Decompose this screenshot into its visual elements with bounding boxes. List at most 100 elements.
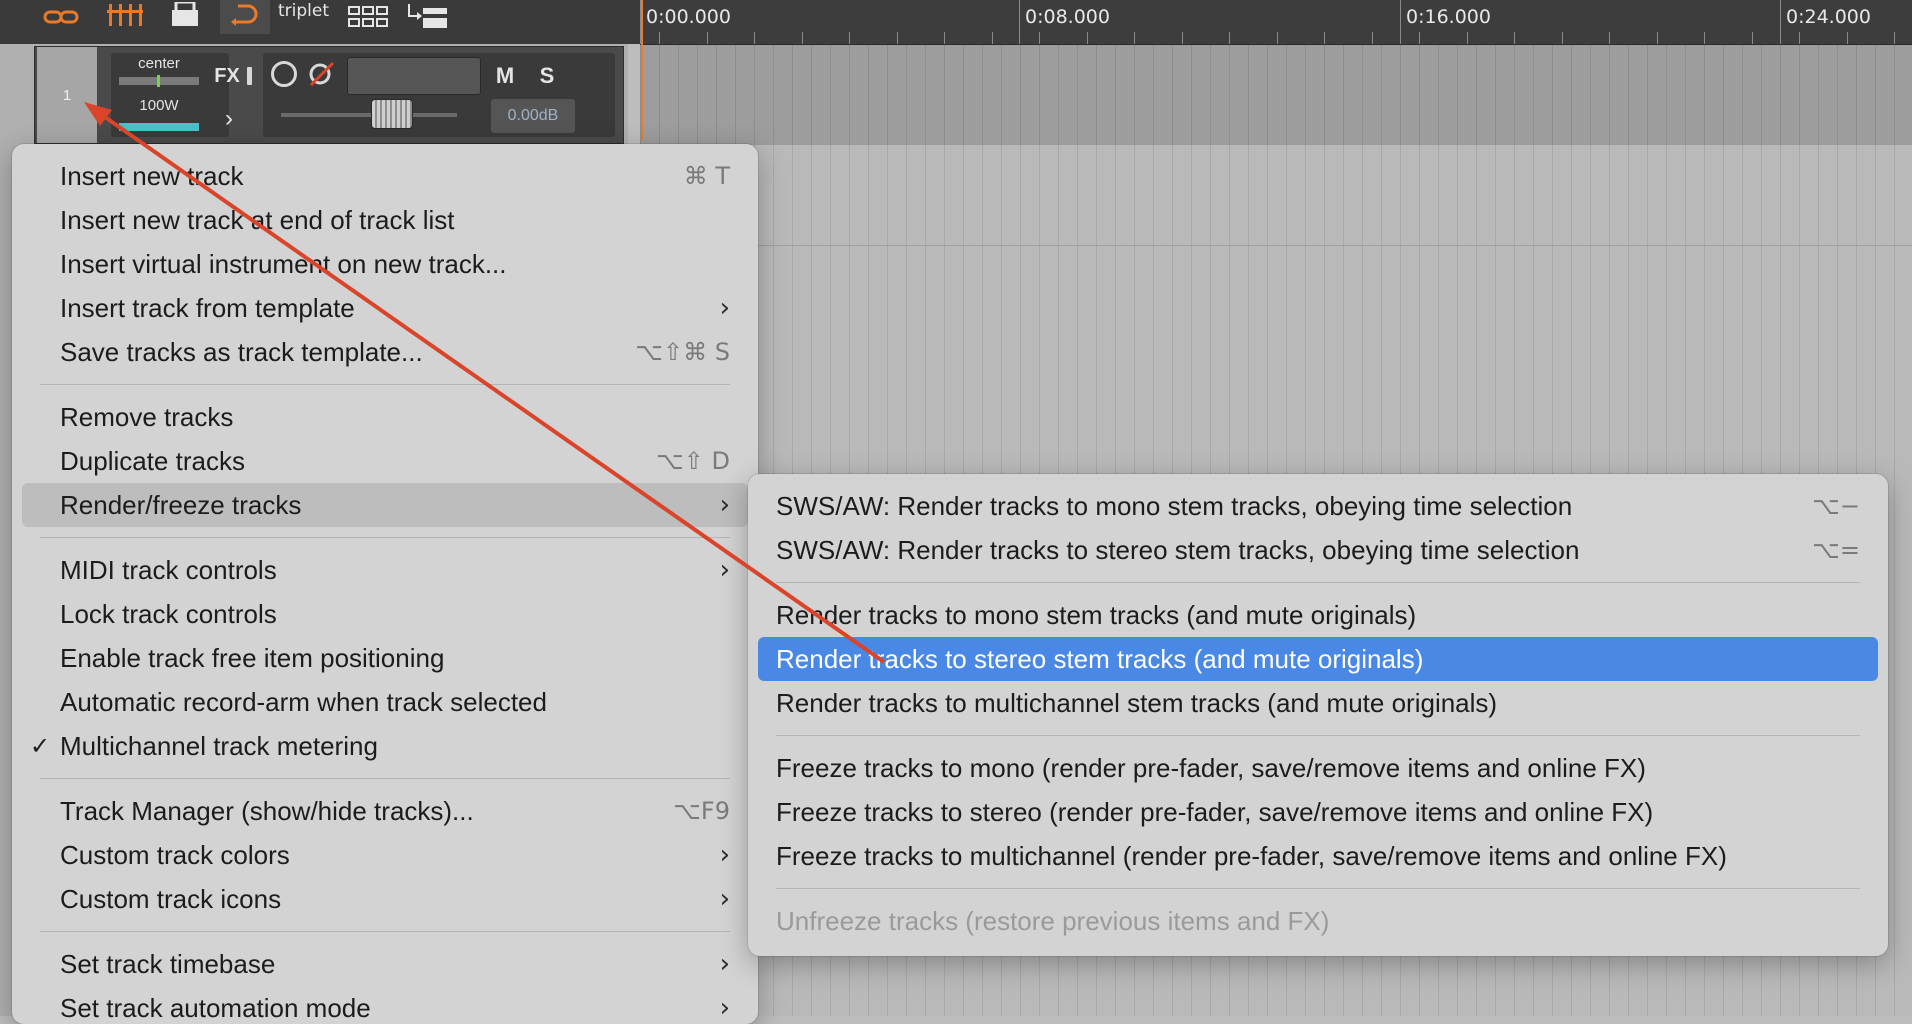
- menu-item-label: Render tracks to multichannel stem track…: [776, 687, 1498, 718]
- context-menu-item[interactable]: Insert new track at end of track list: [22, 198, 748, 242]
- ruler-tick: [992, 32, 993, 44]
- submenu-item[interactable]: SWS/AW: Render tracks to stereo stem tra…: [758, 528, 1878, 572]
- menu-item-label: Insert track from template: [60, 292, 355, 323]
- menu-item-label: Freeze tracks to multichannel (render pr…: [776, 840, 1727, 871]
- timeline-ruler[interactable]: 0:00.000 0:08.000 0:16.000 0:24.000: [640, 0, 1912, 45]
- menu-item-label: Freeze tracks to mono (render pre-fader,…: [776, 752, 1646, 783]
- triplet-label[interactable]: triplet: [278, 0, 329, 22]
- context-menu-item[interactable]: Render/freeze tracks ›: [22, 483, 748, 527]
- lock-icon: [172, 2, 198, 26]
- checkmark-icon: ✓: [30, 732, 51, 760]
- width-label: 100W: [139, 97, 179, 114]
- width-slider[interactable]: [119, 123, 199, 131]
- solo-button[interactable]: S: [529, 59, 565, 93]
- ruler-tick: [897, 32, 898, 44]
- submenu-item[interactable]: SWS/AW: Render tracks to mono stem track…: [758, 484, 1878, 528]
- context-menu-item[interactable]: Automatic record-arm when track selected: [22, 680, 748, 724]
- submenu-item[interactable]: Freeze tracks to mono (render pre-fader,…: [758, 746, 1878, 790]
- ruler-tick: [1324, 32, 1325, 44]
- ruler-tick: [1039, 32, 1040, 44]
- ruler-marker: [1400, 0, 1401, 44]
- time-label: 0:24.000: [1786, 6, 1871, 28]
- menu-item-shortcut: ⌥⇧⌘ S: [635, 338, 730, 366]
- submenu-item[interactable]: Render tracks to multichannel stem track…: [758, 681, 1878, 725]
- context-menu-item[interactable]: Duplicate tracks ⌥⇧ D: [22, 439, 748, 483]
- menu-item-label: Render/freeze tracks: [60, 489, 302, 520]
- lane-separator: [640, 245, 1912, 246]
- triplet-grid-icon: [348, 6, 388, 27]
- menu-separator: [40, 384, 730, 385]
- context-menu-item[interactable]: ✓ Multichannel track metering: [22, 724, 748, 768]
- ruler-tick: [1182, 32, 1183, 44]
- context-menu-item[interactable]: Custom track colors ›: [22, 833, 748, 877]
- triplet-grid-button[interactable]: [344, 0, 392, 34]
- menu-item-shortcut: ⌘ T: [683, 162, 730, 190]
- record-arm-button[interactable]: [271, 61, 297, 87]
- menu-item-label: Render tracks to stereo stem tracks (and…: [776, 643, 1424, 674]
- volume-fader-track[interactable]: [281, 113, 457, 117]
- ruler-tick: [1134, 32, 1135, 44]
- track-header[interactable]: 1 center 100W FX › M S 0.00dB: [34, 46, 624, 144]
- ruler-tick: [1562, 32, 1563, 44]
- context-menu-item[interactable]: MIDI track controls ›: [22, 548, 748, 592]
- chevron-right-icon: ›: [719, 840, 730, 870]
- time-label: 0:00.000: [646, 6, 731, 28]
- submenu-item[interactable]: Freeze tracks to stereo (render pre-fade…: [758, 790, 1878, 834]
- lock-button[interactable]: [160, 0, 210, 34]
- context-menu-item[interactable]: Custom track icons ›: [22, 877, 748, 921]
- envelope-button[interactable]: ›: [209, 99, 249, 139]
- track-number[interactable]: 1: [37, 47, 97, 143]
- submenu-item[interactable]: Render tracks to stereo stem tracks (and…: [758, 637, 1878, 681]
- menu-item-label: Automatic record-arm when track selected: [60, 686, 547, 717]
- menu-item-label: Duplicate tracks: [60, 445, 245, 476]
- submenu-item[interactable]: Render tracks to mono stem tracks (and m…: [758, 593, 1878, 637]
- ruler-tick: [1657, 32, 1658, 44]
- menu-item-label: SWS/AW: Render tracks to mono stem track…: [776, 490, 1573, 521]
- context-menu-item[interactable]: Set track timebase ›: [22, 942, 748, 986]
- track-context-menu: Insert new track ⌘ T Insert new track at e…: [12, 144, 758, 1024]
- ripple-link-button[interactable]: [36, 0, 86, 34]
- loop-button[interactable]: [220, 0, 270, 34]
- ruler-tick: [1799, 32, 1800, 44]
- ruler-tick: [1467, 32, 1468, 44]
- pan-indicator: [157, 75, 160, 87]
- mute-button[interactable]: M: [487, 59, 523, 93]
- menu-item-label: Unfreeze tracks (restore previous items …: [776, 905, 1330, 936]
- menu-item-label: Lock track controls: [60, 598, 277, 629]
- routing-button[interactable]: [402, 0, 452, 34]
- context-menu-item[interactable]: Save tracks as track template... ⌥⇧⌘ S: [22, 330, 748, 374]
- menu-item-label: Insert new track: [60, 160, 244, 191]
- volume-readout[interactable]: 0.00dB: [491, 99, 575, 133]
- submenu-item[interactable]: Freeze tracks to multichannel (render pr…: [758, 834, 1878, 878]
- context-menu-item[interactable]: Insert track from template ›: [22, 286, 748, 330]
- chevron-right-icon: ›: [225, 105, 233, 132]
- menu-item-label: Set track automation mode: [60, 992, 371, 1023]
- context-menu-item[interactable]: Lock track controls: [22, 592, 748, 636]
- fx-bypass-button[interactable]: [247, 67, 252, 85]
- routing-icon: [408, 4, 447, 28]
- grid-button[interactable]: [100, 0, 150, 34]
- ruler-tick: [1087, 32, 1088, 44]
- ruler-marker: [1019, 0, 1020, 44]
- context-menu-item[interactable]: Remove tracks: [22, 395, 748, 439]
- ruler-tick: [1514, 32, 1515, 44]
- chevron-right-icon: ›: [719, 490, 730, 520]
- track-name-field[interactable]: [347, 57, 481, 95]
- pan-slider[interactable]: [119, 75, 199, 87]
- context-menu-item[interactable]: Enable track free item positioning: [22, 636, 748, 680]
- ruler-tick: [1752, 32, 1753, 44]
- track-lane[interactable]: [640, 45, 1912, 145]
- fx-button[interactable]: FX: [209, 59, 245, 93]
- menu-item-label: Remove tracks: [60, 401, 234, 432]
- record-monitor-button[interactable]: [307, 61, 337, 87]
- ruler-tick: [1229, 32, 1230, 44]
- context-menu-item[interactable]: Insert virtual instrument on new track..…: [22, 242, 748, 286]
- context-menu-item[interactable]: Track Manager (show/hide tracks)... ⌥F9: [22, 789, 748, 833]
- menu-item-label: Enable track free item positioning: [60, 642, 445, 673]
- volume-fader-knob[interactable]: [371, 99, 413, 129]
- menu-item-label: Custom track colors: [60, 839, 290, 870]
- context-menu-item[interactable]: Insert new track ⌘ T: [22, 154, 748, 198]
- ruler-tick: [1372, 32, 1373, 44]
- context-menu-item[interactable]: Set track automation mode ›: [22, 986, 748, 1024]
- menu-item-label: Set track timebase: [60, 948, 276, 979]
